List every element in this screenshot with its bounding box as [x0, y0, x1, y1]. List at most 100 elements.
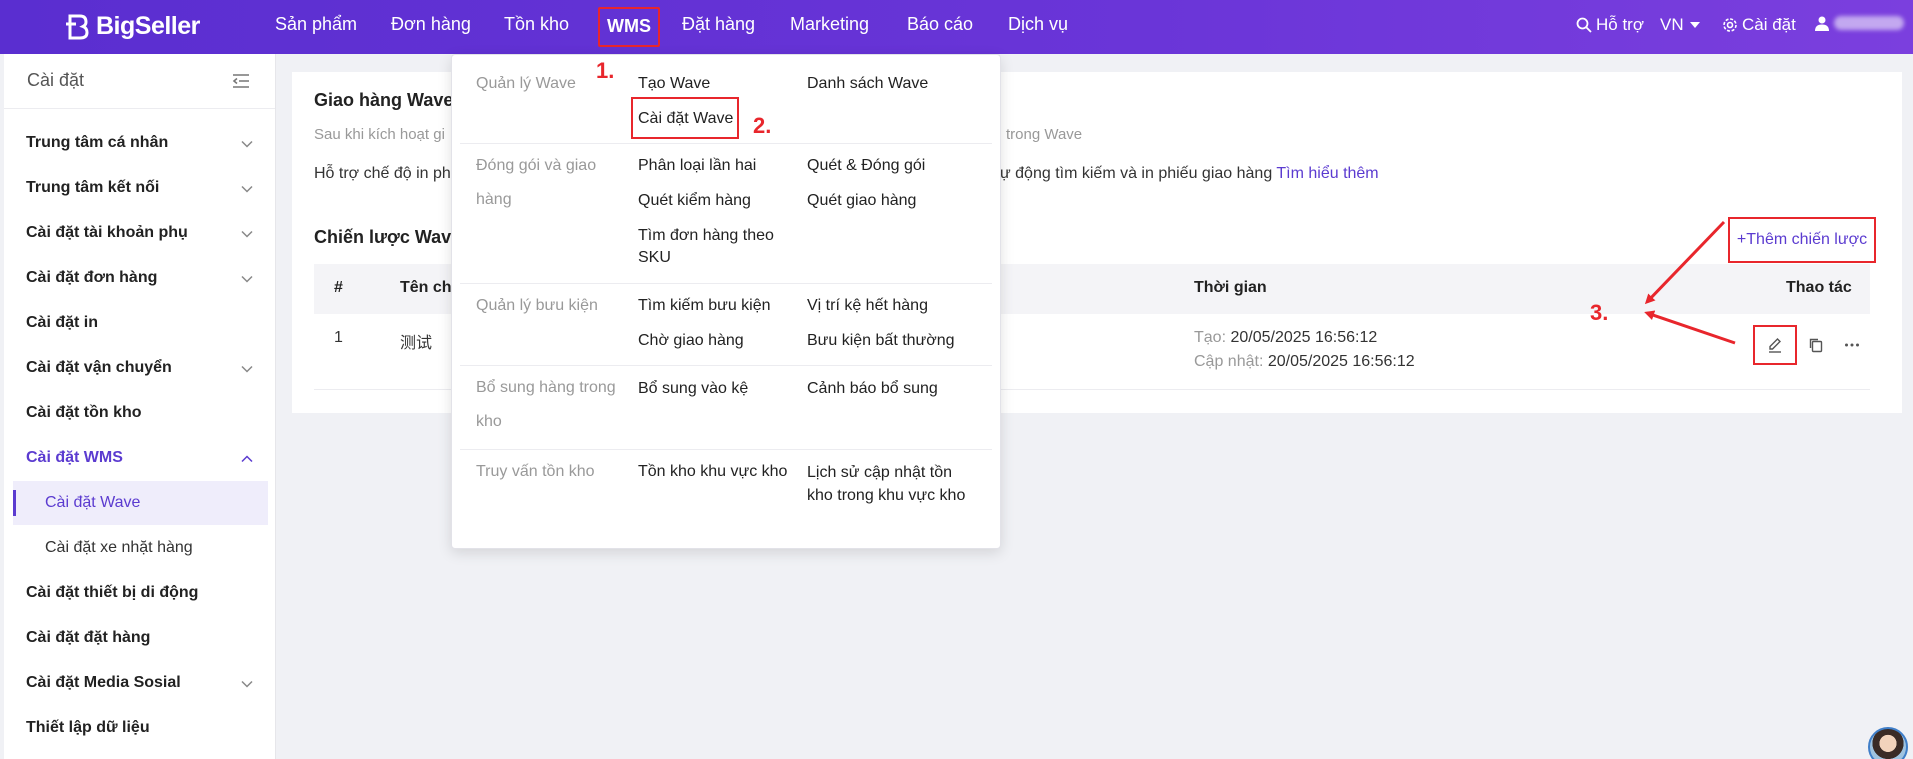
menu-item-ton-kho-khu-vuc[interactable]: Tồn kho khu vực kho: [638, 461, 787, 483]
annotation-step-1: 1.: [596, 58, 615, 83]
gear-icon: [1723, 18, 1737, 32]
logo-icon: [66, 14, 89, 39]
dropdown-divider: [460, 449, 992, 450]
description-text-end: trong Wave: [1006, 126, 1083, 143]
created-time: Tạo: 20/05/2025 16:56:12: [1194, 329, 1377, 347]
chevron-down-icon[interactable]: [240, 677, 254, 691]
bigseller-logo[interactable]: BigSeller: [64, 12, 200, 41]
menu-item-cai-dat-wave[interactable]: Cài đặt Wave: [638, 108, 733, 130]
print-mode-text: ự động tìm kiếm và in phiếu giao hàng: [1000, 165, 1277, 182]
user-menu[interactable]: [1814, 15, 1904, 31]
sidebar-item-ton-kho[interactable]: Cài đặt tồn kho: [26, 404, 142, 422]
chevron-down-icon[interactable]: [240, 227, 254, 241]
updated-label: Cập nhật:: [1194, 353, 1264, 370]
page-title: Giao hàng Wave: [314, 90, 454, 110]
menu-item-phan-loai-lan-hai[interactable]: Phân loại lần hai: [638, 155, 756, 177]
sidebar-item-trung-tam-ca-nhan[interactable]: Trung tâm cá nhân: [26, 134, 168, 152]
menu-item-vi-tri-ke-het-hang[interactable]: Vị trí kệ hết hàng: [807, 295, 928, 317]
nav-bao-cao[interactable]: Báo cáo: [907, 14, 973, 35]
learn-more-link[interactable]: Tìm hiểu thêm: [1276, 165, 1378, 182]
menu-item-quet-kiem-hang[interactable]: Quét kiểm hàng: [638, 190, 751, 212]
row-number: 1: [334, 329, 343, 346]
sidebar-item-wms[interactable]: Cài đặt WMS: [26, 449, 123, 467]
chevron-down-icon[interactable]: [240, 182, 254, 196]
column-header-number: #: [334, 279, 343, 296]
caret-down-icon: [1689, 22, 1700, 28]
sidebar-item-dat-hang[interactable]: Cài đặt đặt hàng: [26, 629, 150, 647]
language-select[interactable]: VN: [1660, 15, 1702, 35]
menu-item-tim-don-hang-sku[interactable]: Tìm đơn hàng theo SKU: [638, 225, 778, 269]
menu-item-cho-giao-hang[interactable]: Chờ giao hàng: [638, 330, 744, 352]
chevron-down-icon[interactable]: [240, 272, 254, 286]
menu-item-bo-sung-vao-ke[interactable]: Bổ sung vào kệ: [638, 378, 748, 400]
sidebar-subitem-xe-nhat-hang[interactable]: Cài đặt xe nhặt hàng: [45, 539, 193, 557]
sidebar-item-in[interactable]: Cài đặt in: [26, 314, 98, 332]
dropdown-divider: [460, 283, 992, 284]
settings-link[interactable]: Cài đặt: [1722, 15, 1796, 35]
print-mode-text-end: ự động tìm kiếm và in phiếu giao hàng Tì…: [1000, 165, 1379, 183]
menu-item-lich-su-cap-nhat-ton-kho[interactable]: Lịch sử cập nhật tồn kho trong khu vực k…: [807, 461, 967, 507]
user-icon: [1815, 16, 1829, 31]
add-strategy-button[interactable]: +Thêm chiến lược: [1728, 217, 1876, 263]
menu-item-quet-giao-hang[interactable]: Quét giao hàng: [807, 190, 916, 212]
more-options-icon[interactable]: [1843, 336, 1861, 354]
menu-item-tim-kiem-buu-kien[interactable]: Tìm kiếm bưu kiện: [638, 295, 771, 317]
strategy-section-title: Chiến lược Wave: [314, 227, 462, 247]
username-blurred: [1834, 16, 1904, 30]
updated-time: Cập nhật: 20/05/2025 16:56:12: [1194, 353, 1415, 371]
active-item-indicator: [13, 490, 16, 516]
sidebar-subitem-wave[interactable]: Cài đặt Wave: [45, 494, 140, 512]
edit-icon: [1769, 338, 1781, 353]
collapse-sidebar-icon[interactable]: [232, 72, 250, 90]
sidebar-item-thiet-lap-du-lieu[interactable]: Thiết lập dữ liệu: [26, 719, 150, 737]
description-text-start: Sau khi kích hoạt gi: [314, 126, 445, 143]
nav-ton-kho[interactable]: Tồn kho: [504, 14, 569, 35]
edit-strategy-button[interactable]: [1753, 325, 1797, 365]
add-strategy-label: +Thêm chiến lược: [1736, 231, 1868, 248]
copy-icon[interactable]: [1807, 336, 1825, 354]
sidebar-divider: [4, 108, 275, 109]
nav-don-hang[interactable]: Đơn hàng: [391, 14, 471, 35]
sidebar-item-media-sosial[interactable]: Cài đặt Media Sosial: [26, 674, 181, 692]
dropdown-group-replenish-label: Bổ sung hàng trong kho: [476, 379, 616, 430]
menu-item-quet-dong-goi[interactable]: Quét & Đóng gói: [807, 155, 925, 177]
chevron-up-icon[interactable]: [240, 452, 254, 466]
dropdown-group-inventory-label: Truy vấn tồn kho: [476, 463, 595, 480]
sidebar-item-thiet-bi-di-dong[interactable]: Cài đặt thiết bị di động: [26, 584, 198, 602]
chevron-down-icon[interactable]: [240, 362, 254, 376]
nav-wms[interactable]: WMS: [598, 7, 660, 47]
logo-text: BigSeller: [96, 12, 200, 40]
menu-item-buu-kien-bat-thuong[interactable]: Bưu kiện bất thường: [807, 330, 955, 352]
support-avatar[interactable]: [1868, 727, 1908, 759]
nav-san-pham[interactable]: Sản phẩm: [275, 14, 357, 35]
help-label: Hỗ trợ: [1596, 15, 1644, 34]
annotation-step-3: 3.: [1590, 300, 1609, 325]
chevron-down-icon[interactable]: [240, 137, 254, 151]
created-label: Tạo:: [1194, 329, 1227, 346]
column-header-actions: Thao tác: [1786, 279, 1852, 296]
wms-dropdown-menu: Quản lý Wave Tạo Wave Cài đặt Wave Danh …: [451, 54, 1001, 549]
menu-item-canh-bao-bo-sung[interactable]: Cảnh báo bổ sung: [807, 378, 938, 400]
nav-marketing[interactable]: Marketing: [790, 14, 869, 35]
search-icon: [1576, 17, 1592, 33]
settings-label: Cài đặt: [1742, 15, 1796, 34]
sidebar-item-tai-khoan-phu[interactable]: Cài đặt tài khoản phụ: [26, 224, 188, 242]
sidebar-item-trung-tam-ket-noi[interactable]: Trung tâm kết nối: [26, 179, 159, 197]
annotation-step-2: 2.: [753, 113, 772, 138]
dropdown-group-pack-label: Đóng gói và giao hàng: [476, 157, 597, 208]
top-navbar: BigSeller Sản phẩm Đơn hàng Tồn kho WMS …: [0, 0, 1913, 54]
nav-dich-vu[interactable]: Dịch vụ: [1008, 14, 1068, 35]
column-header-time: Thời gian: [1194, 279, 1267, 296]
menu-item-tao-wave[interactable]: Tạo Wave: [638, 73, 710, 95]
language-label: VN: [1660, 15, 1684, 34]
nav-dat-hang[interactable]: Đặt hàng: [682, 14, 755, 35]
dropdown-group-parcel-label: Quản lý bưu kiện: [476, 297, 598, 314]
sidebar-item-van-chuyen[interactable]: Cài đặt vận chuyển: [26, 359, 172, 377]
strategy-name: 测试: [400, 335, 433, 352]
updated-value: 20/05/2025 16:56:12: [1267, 353, 1415, 370]
menu-item-danh-sach-wave[interactable]: Danh sách Wave: [807, 73, 928, 95]
help-link[interactable]: Hỗ trợ: [1576, 15, 1644, 35]
nav-wms-label: WMS: [607, 16, 651, 36]
sidebar-item-don-hang[interactable]: Cài đặt đơn hàng: [26, 269, 157, 287]
sidebar-title: Cài đặt: [27, 70, 85, 90]
